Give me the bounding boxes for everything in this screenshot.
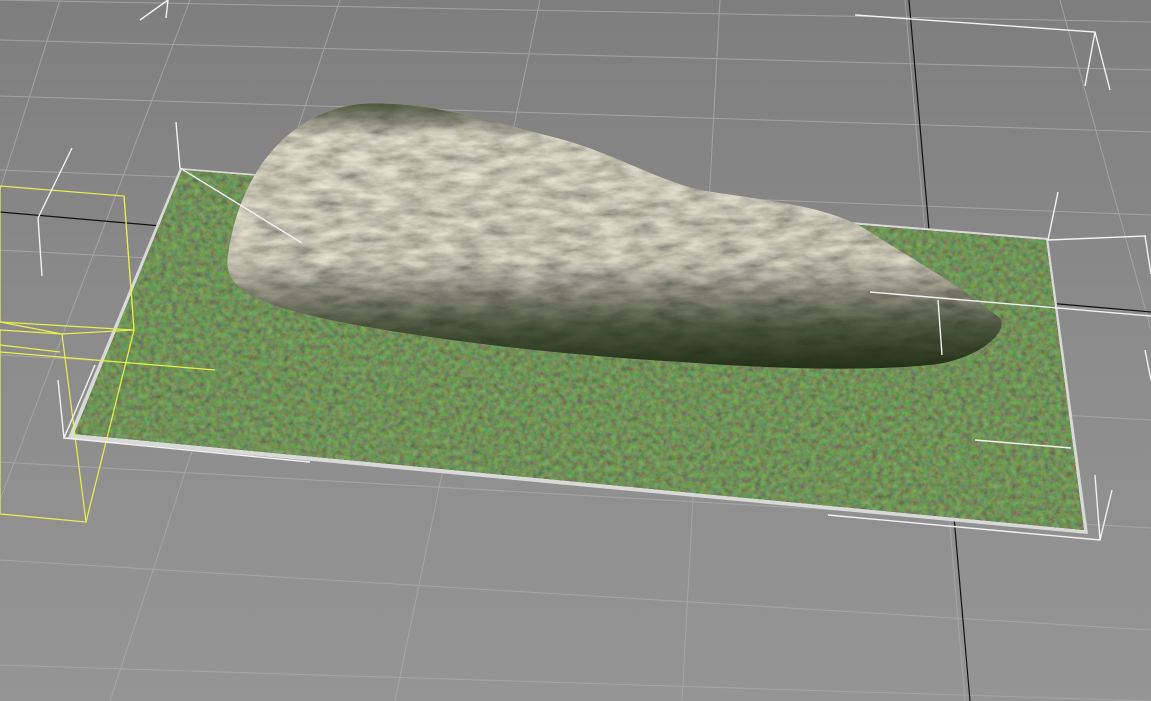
- viewport-perspective[interactable]: [0, 0, 1151, 701]
- viewport-canvas[interactable]: [0, 0, 1151, 701]
